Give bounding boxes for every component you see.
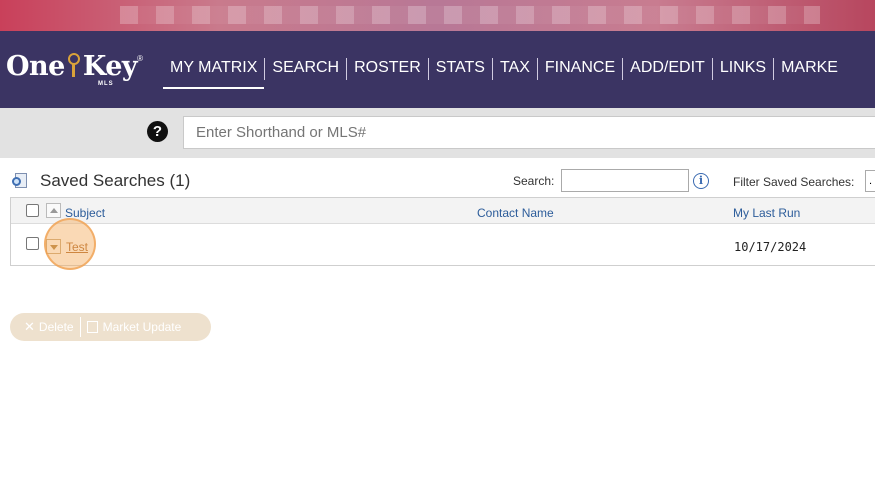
nav-links[interactable]: LINKS <box>713 56 773 82</box>
logo-text-left: One <box>6 51 65 82</box>
row-checkbox[interactable] <box>26 237 39 250</box>
registered-mark: ® <box>137 54 143 63</box>
panel-title: Saved Searches (1) <box>12 170 190 192</box>
nav-tax[interactable]: TAX <box>493 56 537 82</box>
col-contact-name[interactable]: Contact Name <box>477 206 554 220</box>
filter-select[interactable]: . <box>865 170 875 192</box>
saved-search-input[interactable] <box>561 169 689 192</box>
click-highlight <box>44 218 96 270</box>
onekey-logo[interactable]: One Key® MLS <box>6 51 143 89</box>
saved-searches-title: Saved Searches (1) <box>40 171 191 190</box>
shorthand-input[interactable] <box>183 116 875 149</box>
close-icon: ✕ <box>24 319 35 334</box>
saved-search-icon <box>12 172 30 190</box>
saved-searches-table: Subject Contact Name My Last Run Test 10… <box>10 197 875 266</box>
select-all-checkbox[interactable] <box>26 204 39 217</box>
nav-market[interactable]: MARKE <box>774 56 845 82</box>
top-navbar: One Key® MLS MY MATRIX SEARCH ROSTER STAT… <box>0 31 875 108</box>
document-icon <box>86 321 98 333</box>
delete-label: Delete <box>38 320 74 334</box>
table-header: Subject Contact Name My Last Run <box>11 198 875 224</box>
action-bar: ✕ Delete Market Update <box>10 313 211 341</box>
nav-stats[interactable]: STATS <box>429 56 492 82</box>
browser-top-strip <box>0 0 875 31</box>
col-my-last-run[interactable]: My Last Run <box>733 206 800 220</box>
search-label: Search: <box>513 174 555 188</box>
market-update-label: Market Update <box>102 320 182 334</box>
logo-sub: MLS <box>98 81 114 87</box>
info-icon[interactable]: i <box>693 173 709 189</box>
nav-roster[interactable]: ROSTER <box>347 56 428 82</box>
market-update-button[interactable]: Market Update <box>81 313 188 341</box>
delete-button[interactable]: ✕ Delete <box>10 313 80 341</box>
sort-icon[interactable] <box>46 203 61 218</box>
blurred-header <box>120 6 820 24</box>
row-last-run: 10/17/2024 <box>734 240 807 254</box>
nav-add-edit[interactable]: ADD/EDIT <box>623 56 712 82</box>
key-icon <box>67 53 81 79</box>
help-icon[interactable]: ? <box>147 121 168 142</box>
nav-search[interactable]: SEARCH <box>265 56 346 82</box>
nav-my-matrix[interactable]: MY MATRIX <box>163 56 265 89</box>
nav-finance[interactable]: FINANCE <box>538 56 622 82</box>
main-nav: MY MATRIX SEARCH ROSTER STATS TAX FINANC… <box>163 56 845 89</box>
shorthand-bar: ? <box>0 108 875 158</box>
filter-label: Filter Saved Searches: <box>733 175 855 189</box>
logo-text-right: Key <box>82 51 138 82</box>
